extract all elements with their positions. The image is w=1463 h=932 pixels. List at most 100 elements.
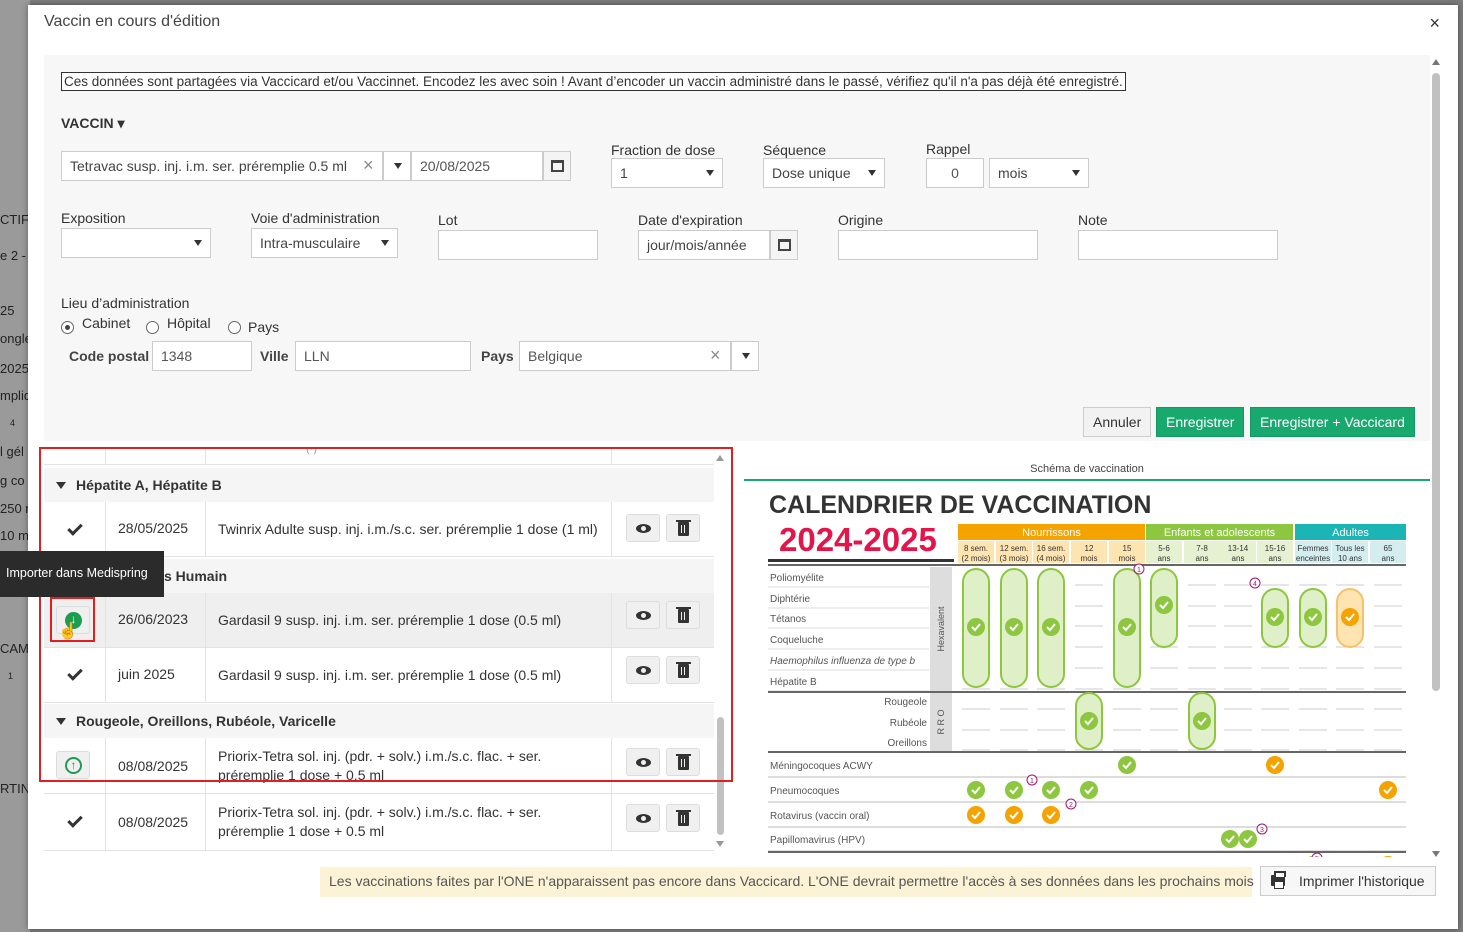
fraction-select[interactable]: 1 bbox=[611, 158, 723, 188]
vaccin-clear-icon[interactable]: × bbox=[363, 155, 374, 176]
check-badge-icon bbox=[967, 618, 985, 636]
age-column-line2: mois bbox=[1119, 554, 1136, 563]
pays-clear-icon[interactable]: × bbox=[710, 345, 721, 366]
age-column-line1: 8 sem. bbox=[964, 544, 988, 553]
pays-dropdown-button[interactable] bbox=[731, 341, 759, 371]
fraction-label: Fraction de dose bbox=[611, 142, 716, 158]
footnote-number: 1 bbox=[1137, 567, 1141, 574]
other-row-label: Rotavirus (vaccin oral) bbox=[770, 811, 869, 822]
rro-row-label: Oreillons bbox=[888, 738, 927, 749]
age-column-line2: (2 mois) bbox=[962, 554, 991, 563]
other-row-label: Méningocoques ACWY bbox=[770, 761, 873, 772]
check-badge-icon bbox=[1304, 608, 1322, 626]
check-badge-icon bbox=[1379, 781, 1397, 799]
lot-input[interactable] bbox=[438, 230, 598, 260]
voie-select[interactable]: Intra-musculaire bbox=[251, 228, 398, 258]
code-postal-input[interactable]: 1348 bbox=[152, 341, 252, 371]
ville-label: Ville bbox=[260, 348, 289, 364]
note-label: Note bbox=[1078, 212, 1108, 228]
bg-text: 250 n bbox=[0, 501, 30, 516]
radio-hopital[interactable] bbox=[146, 321, 159, 334]
vaccine-edit-modal: Vaccin en cours d'édition × Ces données … bbox=[28, 5, 1458, 929]
other-row-label: Pneumocoques bbox=[770, 786, 840, 797]
schema-scroll-down[interactable] bbox=[1432, 851, 1440, 857]
rappel-unit-value: mois bbox=[998, 165, 1028, 181]
expiration-calendar-button[interactable] bbox=[770, 230, 798, 260]
eye-icon bbox=[636, 814, 651, 823]
calendar-icon bbox=[551, 160, 564, 172]
print-history-label: Imprimer l'historique bbox=[1299, 873, 1425, 889]
calendar-button[interactable] bbox=[543, 151, 571, 181]
ville-input[interactable]: LLN bbox=[295, 341, 471, 371]
hexavalent-label: Hexavalent bbox=[936, 606, 946, 652]
age-column-line1: 5-6 bbox=[1158, 544, 1170, 553]
chevron-down-icon bbox=[394, 163, 402, 169]
check-badge-icon bbox=[1005, 806, 1023, 824]
code-postal-label: Code postal bbox=[69, 348, 150, 364]
hexavalent-row-label: Poliomyélite bbox=[770, 573, 824, 584]
radio-cabinet[interactable] bbox=[61, 321, 74, 334]
footnote-number: 4 bbox=[1253, 581, 1257, 588]
chevron-down-icon bbox=[742, 353, 750, 359]
vaccination-date-input[interactable]: 20/08/2025 bbox=[411, 151, 543, 181]
exposition-select[interactable] bbox=[61, 228, 211, 258]
view-button[interactable] bbox=[626, 804, 660, 832]
section-rule bbox=[768, 751, 1406, 753]
vaccination-date-value: 20/08/2025 bbox=[420, 158, 491, 174]
bg-text: 1 bbox=[8, 671, 14, 681]
check-badge-icon bbox=[1266, 756, 1284, 774]
modal-scrollbar[interactable] bbox=[1432, 61, 1440, 856]
expiration-label: Date d'expiration bbox=[638, 212, 743, 228]
radio-pays[interactable] bbox=[228, 321, 241, 334]
check-badge-icon bbox=[1005, 781, 1023, 799]
pays-select[interactable]: Belgique bbox=[519, 341, 731, 371]
note-input[interactable] bbox=[1078, 230, 1278, 260]
cancel-button[interactable]: Annuler bbox=[1083, 407, 1152, 437]
origine-input[interactable] bbox=[838, 230, 1038, 260]
check-icon bbox=[67, 812, 83, 828]
expiration-input[interactable]: jour/mois/année bbox=[638, 230, 770, 260]
voie-value: Intra-musculaire bbox=[260, 235, 361, 251]
age-column-line2: 10 ans bbox=[1338, 554, 1362, 563]
schema-scroll-up[interactable] bbox=[1432, 59, 1440, 65]
check-badge-icon bbox=[1266, 608, 1284, 626]
rappel-value: 0 bbox=[951, 165, 959, 181]
save-button[interactable]: Enregistrer bbox=[1156, 407, 1245, 437]
rappel-input[interactable]: 0 bbox=[926, 158, 984, 188]
chevron-down-icon bbox=[194, 240, 202, 246]
table-row: 08/08/2025 Priorix-Tetra sol. inj. (pdr.… bbox=[44, 794, 714, 851]
age-column-line2: (4 mois) bbox=[1037, 554, 1066, 563]
print-history-button[interactable]: Imprimer l'historique bbox=[1260, 866, 1436, 896]
check-badge-icon bbox=[1221, 830, 1239, 848]
modal-title: Vaccin en cours d'édition bbox=[44, 13, 221, 30]
one-warning: Les vaccinations faites par l'ONE n'appa… bbox=[320, 867, 1254, 897]
scroll-down-arrow[interactable] bbox=[716, 841, 724, 847]
bg-text: CTIFS bbox=[0, 212, 30, 227]
age-column-line1: 12 bbox=[1085, 544, 1094, 553]
close-icon[interactable]: × bbox=[1429, 13, 1440, 34]
age-column-line1: Tous les bbox=[1335, 544, 1364, 553]
age-column-line2: ans bbox=[1196, 554, 1209, 563]
sequence-select[interactable]: Dose unique bbox=[763, 158, 885, 188]
age-column-line1: 13-14 bbox=[1228, 544, 1249, 553]
bg-text: ongle bbox=[0, 331, 30, 346]
row-description: Priorix-Tetra sol. inj. (pdr. + solv.) i… bbox=[218, 804, 542, 839]
vaccin-section-toggle[interactable]: VACCIN ▾ bbox=[61, 115, 125, 132]
save-vaccicard-button[interactable]: Enregistrer + Vaccicard bbox=[1250, 407, 1415, 437]
bg-text: l gél bbox=[0, 444, 24, 459]
hexavalent-row-label: Coqueluche bbox=[770, 635, 824, 646]
vaccination-calendar-image: CALENDRIER DE VACCINATION2024-2025 Nourri… bbox=[768, 491, 1406, 857]
code-postal-value: 1348 bbox=[161, 348, 193, 364]
pays-value: Belgique bbox=[528, 348, 583, 364]
radio-cabinet-label: Cabinet bbox=[82, 315, 131, 331]
vaccination-schema-panel: Schéma de vaccination CALENDRIER DE VACC… bbox=[744, 447, 1430, 857]
fraction-value: 1 bbox=[620, 165, 628, 181]
lieu-label: Lieu d’administration bbox=[61, 295, 190, 311]
import-tooltip: Importer dans Medispring bbox=[0, 551, 164, 597]
modal-scrollbar-thumb[interactable] bbox=[1432, 73, 1440, 691]
chevron-down-icon bbox=[706, 170, 714, 176]
rappel-unit-select[interactable]: mois bbox=[989, 158, 1089, 188]
delete-button[interactable] bbox=[666, 804, 700, 832]
vaccin-select[interactable]: Tetravac susp. inj. i.m. ser. préremplie… bbox=[61, 151, 383, 181]
vaccin-dropdown-button[interactable] bbox=[383, 151, 411, 181]
